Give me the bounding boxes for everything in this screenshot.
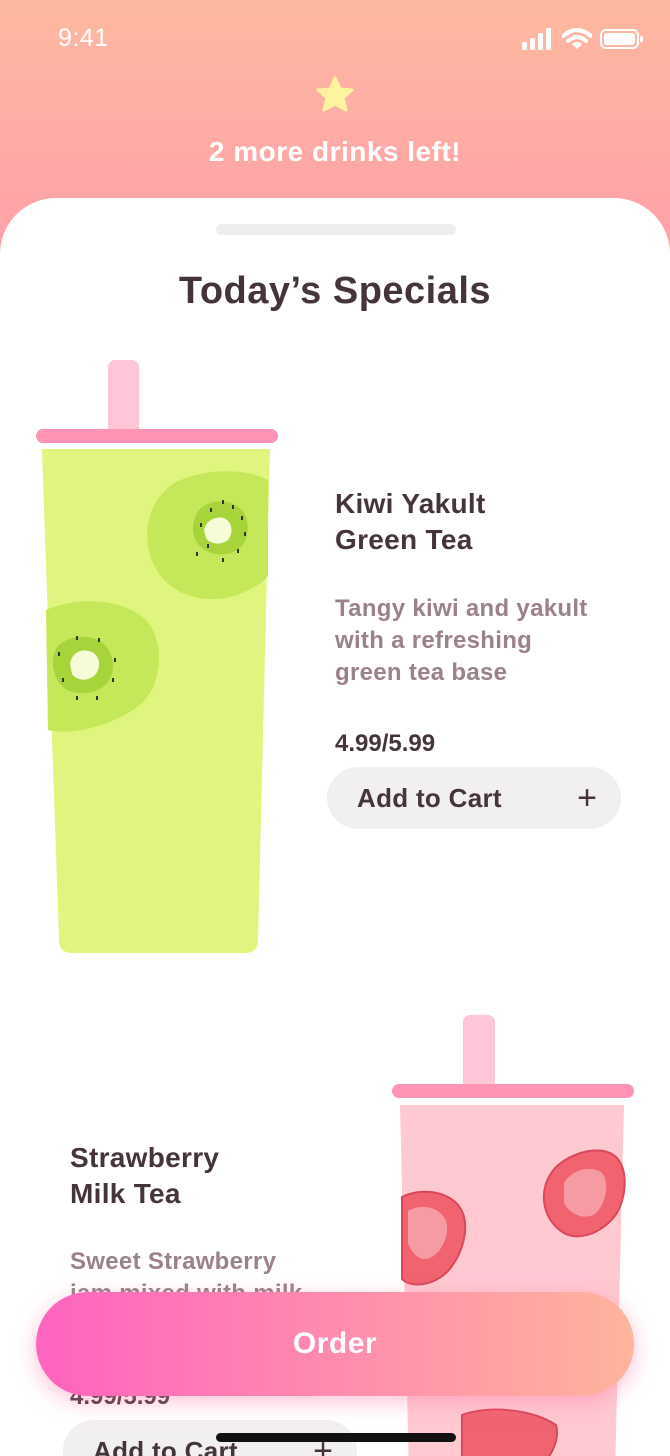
- home-indicator: [216, 1433, 456, 1442]
- plus-icon: +: [577, 779, 597, 817]
- status-time: 9:41: [58, 24, 109, 52]
- description-line: green tea base: [335, 659, 508, 686]
- product-name-strawberry-milk-tea: Strawberry Milk Tea: [70, 1140, 219, 1212]
- product-name-line: Green Tea: [335, 524, 473, 555]
- specials-sheet[interactable]: Today’s Specials Kiwi Yakult Green Tea T: [0, 198, 670, 1456]
- wifi-icon: [562, 28, 592, 49]
- order-button[interactable]: Order: [36, 1292, 634, 1396]
- description-line: Tangy kiwi and yakult: [335, 595, 588, 622]
- order-button-label: Order: [292, 1327, 378, 1360]
- drinks-left-message: 2 more drinks left!: [208, 136, 462, 167]
- product-name-line: Kiwi Yakult: [335, 488, 486, 519]
- product-name-line: Milk Tea: [70, 1178, 181, 1209]
- section-title: Today’s Specials: [178, 270, 492, 312]
- add-to-cart-button-kiwi-yakult[interactable]: Add to Cart +: [327, 767, 621, 829]
- status-icons: [522, 28, 644, 50]
- drag-handle[interactable]: [216, 224, 456, 235]
- description-line: with a refreshing: [335, 627, 533, 654]
- product-description-kiwi-yakult: Tangy kiwi and yakult with a refreshing …: [335, 593, 588, 689]
- battery-icon: [600, 29, 643, 49]
- product-name-line: Strawberry: [70, 1142, 220, 1173]
- kiwi-yakult-cup-illustration: [36, 360, 278, 953]
- cellular-signal-icon: [522, 28, 551, 50]
- add-to-cart-label: Add to Cart: [357, 782, 502, 813]
- product-name-kiwi-yakult: Kiwi Yakult Green Tea: [335, 486, 486, 558]
- description-line: Sweet Strawberry: [70, 1248, 277, 1275]
- product-price-kiwi-yakult: 4.99/5.99: [335, 730, 436, 757]
- star-icon: [316, 76, 354, 112]
